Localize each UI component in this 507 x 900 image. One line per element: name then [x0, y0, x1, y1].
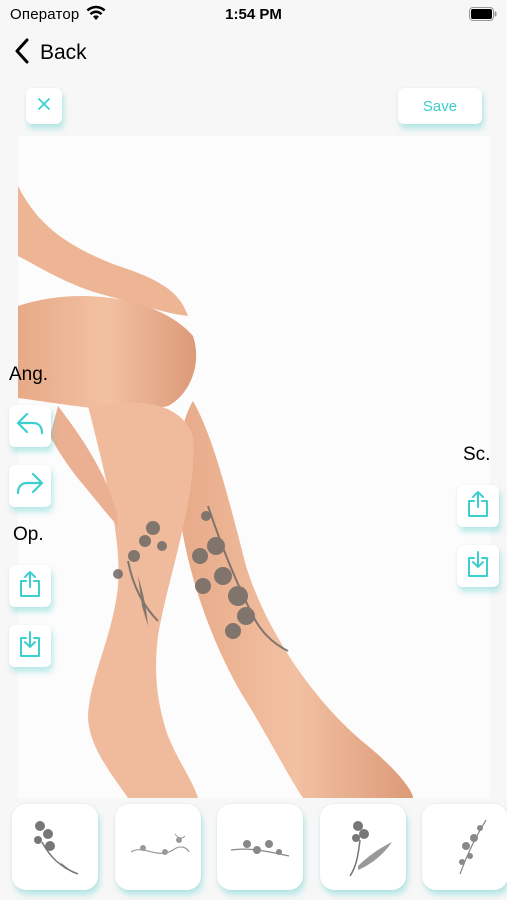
- opacity-decrease-button[interactable]: [9, 625, 51, 667]
- photo-canvas[interactable]: [18, 136, 490, 798]
- angle-label: Ang.: [9, 364, 49, 385]
- save-button[interactable]: Save: [398, 88, 482, 124]
- scale-decrease-button[interactable]: [457, 545, 499, 587]
- status-bar: Оператор 1:54 PM: [0, 0, 507, 30]
- thumbnail-floral-script-tattoo[interactable]: [115, 804, 201, 890]
- scale-label: Sc.: [463, 444, 491, 465]
- chevron-left-icon: [14, 38, 30, 69]
- close-button[interactable]: [26, 88, 62, 124]
- redo-arrow-icon: [15, 471, 45, 502]
- tattoo-thumbnail-strip[interactable]: [0, 800, 507, 900]
- opacity-label: Op.: [13, 524, 44, 545]
- back-label: Back: [40, 41, 87, 64]
- share-up-icon: [466, 490, 490, 523]
- download-icon: [18, 630, 42, 663]
- undo-arrow-icon: [15, 411, 45, 442]
- opacity-increase-button[interactable]: [9, 565, 51, 607]
- download-icon: [466, 550, 490, 583]
- thumbnail-orchid-stem-tattoo[interactable]: [12, 804, 98, 890]
- thumbnail-orchid-spray-tattoo[interactable]: [422, 804, 507, 890]
- battery-icon: [469, 7, 497, 26]
- scale-increase-button[interactable]: [457, 485, 499, 527]
- status-time: 1:54 PM: [225, 6, 282, 23]
- thumbnail-orchid-branch-tattoo[interactable]: [217, 804, 303, 890]
- back-button[interactable]: Back: [14, 38, 87, 68]
- close-icon: [37, 97, 51, 116]
- share-up-icon: [18, 570, 42, 603]
- rotate-left-button[interactable]: [9, 405, 51, 447]
- rotate-right-button[interactable]: [9, 465, 51, 507]
- thumbnail-lily-leaf-tattoo[interactable]: [320, 804, 406, 890]
